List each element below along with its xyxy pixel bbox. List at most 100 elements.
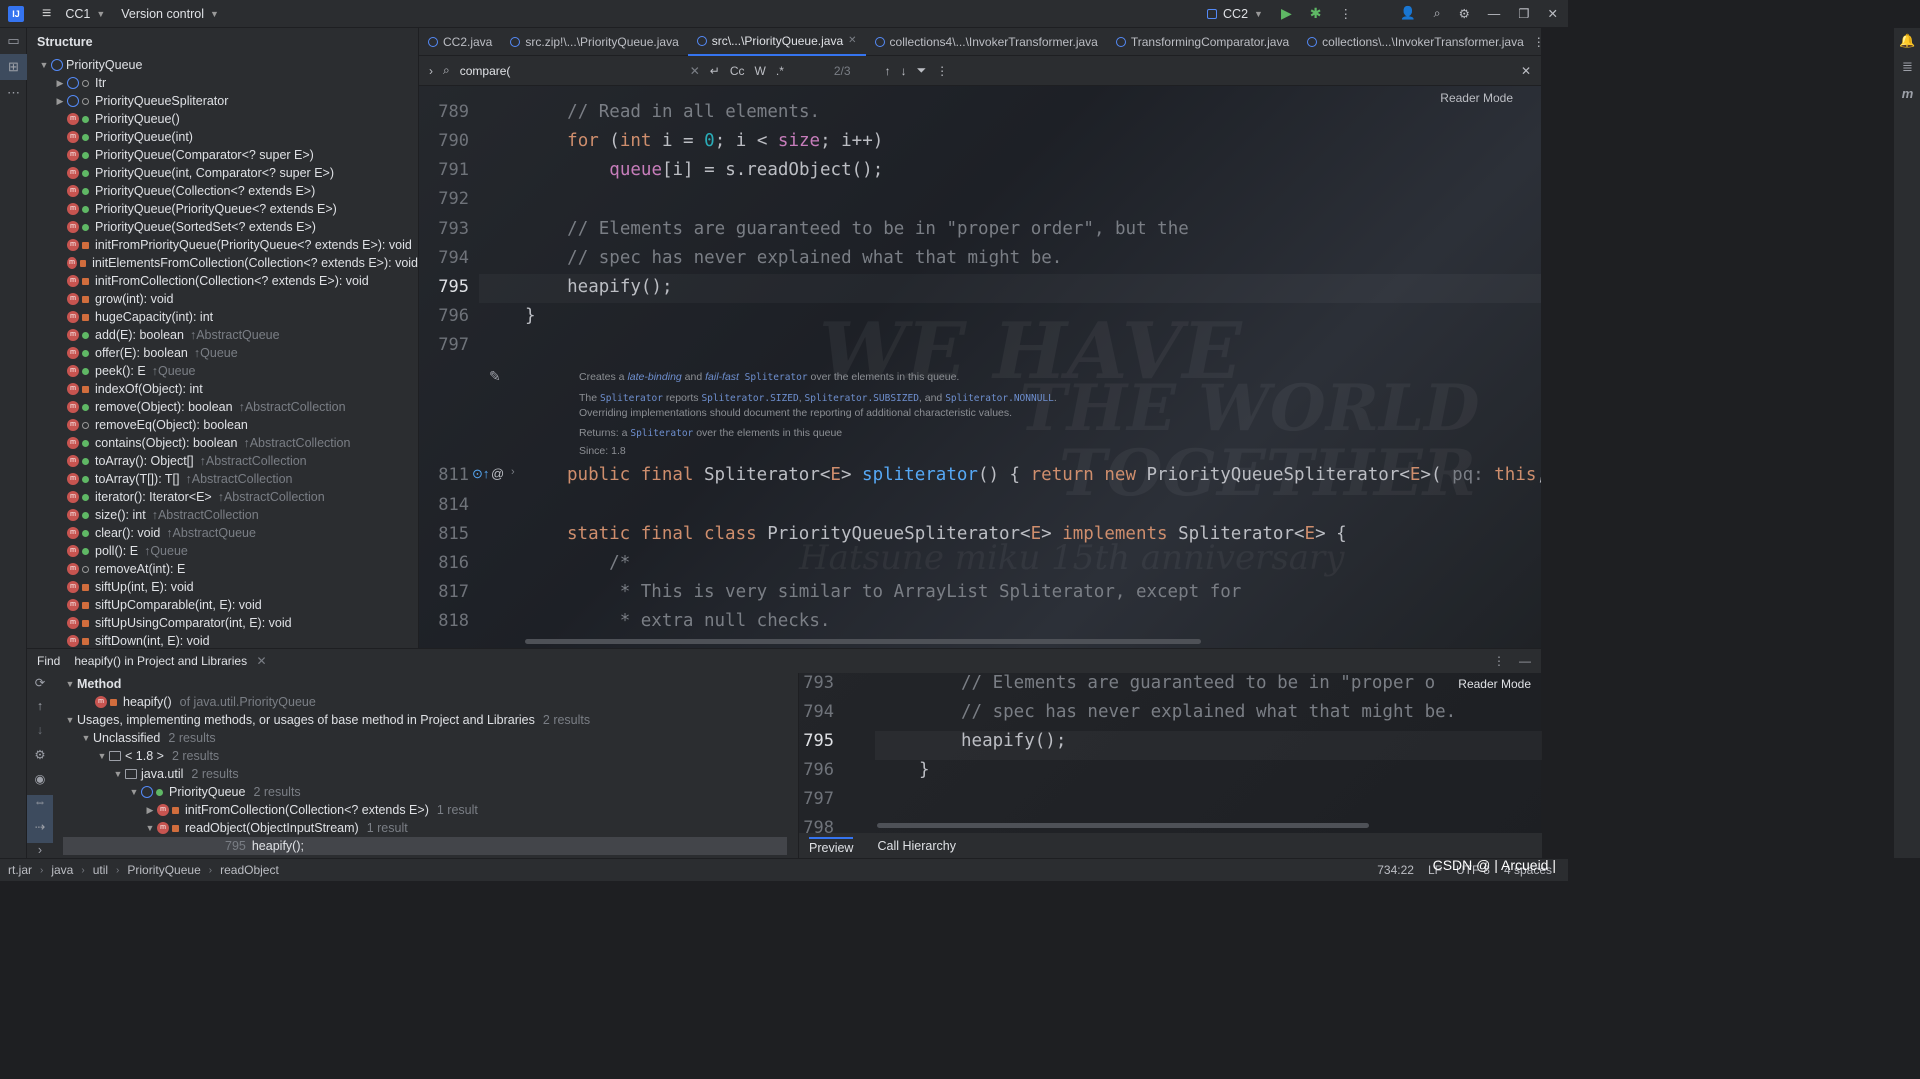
reader-mode-button[interactable]: Reader Mode <box>1440 91 1513 105</box>
structure-item[interactable]: m PriorityQueue(SortedSet<? extends E>) <box>27 218 418 236</box>
breadcrumb-item[interactable]: readObject <box>220 863 279 877</box>
structure-item[interactable]: m PriorityQueue() <box>27 110 418 128</box>
structure-item[interactable]: m toArray(T[]): T[] ↑AbstractCollection <box>27 470 418 488</box>
editor-tab[interactable]: collections\...\InvokerTransformer.java <box>1298 28 1533 56</box>
chevron-down-icon[interactable]: ▼ <box>127 783 141 801</box>
fold-icon[interactable]: › <box>511 466 515 478</box>
notifications-icon[interactable]: 🔔 <box>1894 28 1920 54</box>
structure-item[interactable]: m poll(): E ↑Queue <box>27 542 418 560</box>
find-input[interactable]: compare( <box>460 64 680 78</box>
project-folder-icon[interactable]: ▭ <box>0 28 27 54</box>
tree-node-jdk[interactable]: ▼ < 1.8 > 2 results <box>27 747 797 765</box>
search-icon[interactable]: ⌕ <box>1434 6 1441 21</box>
tree-node-method-item[interactable]: m heapify() of java.util.PriorityQueue <box>27 693 797 711</box>
chevron-right-icon[interactable]: ▶ <box>143 801 157 819</box>
chevron-down-icon[interactable]: ▼ <box>79 729 93 747</box>
run-config-selector[interactable]: CC2 ▼ <box>1207 7 1263 21</box>
tab-call-hierarchy[interactable]: Call Hierarchy <box>877 839 956 853</box>
tabs-more-icon[interactable]: ⋮ <box>1533 35 1541 49</box>
clear-icon[interactable]: ✕ <box>690 64 700 78</box>
structure-item[interactable]: m indexOf(Object): int <box>27 380 418 398</box>
hide-icon[interactable]: — <box>1519 654 1531 668</box>
chevron-down-icon[interactable]: ▼ <box>37 56 51 74</box>
structure-item[interactable]: m grow(int): void <box>27 290 418 308</box>
structure-icon[interactable]: ⊞ <box>0 54 27 80</box>
chevron-down-icon[interactable]: ▼ <box>63 711 77 729</box>
structure-item[interactable]: m toArray(): Object[] ↑AbstractCollection <box>27 452 418 470</box>
breadcrumb-item[interactable]: PriorityQueue <box>127 863 200 877</box>
structure-item[interactable]: m peek(): E ↑Queue <box>27 362 418 380</box>
structure-item[interactable]: m offer(E): boolean ↑Queue <box>27 344 418 362</box>
structure-item[interactable]: m contains(Object): boolean ↑AbstractColle… <box>27 434 418 452</box>
structure-item[interactable]: ▶ PriorityQueueSpliterator <box>27 92 418 110</box>
structure-item[interactable]: m removeAt(int): E <box>27 560 418 578</box>
editor-tab[interactable]: src\...\PriorityQueue.java ✕ <box>687 28 866 56</box>
tree-node-usages[interactable]: ▼ Usages, implementing methods, or usages… <box>27 711 797 729</box>
regex-toggle[interactable]: .* <box>776 64 784 78</box>
preview-reader-mode[interactable]: Reader Mode <box>1458 677 1531 691</box>
debug-icon[interactable]: ✱ <box>1310 5 1322 22</box>
structure-item[interactable]: m removeEq(Object): boolean <box>27 416 418 434</box>
chevron-down-icon[interactable]: ▼ <box>95 747 109 765</box>
history-icon[interactable]: ↵ <box>710 64 720 78</box>
more-icon[interactable]: ⋮ <box>936 64 948 78</box>
match-case-toggle[interactable]: Cc <box>730 64 745 78</box>
tree-node-method[interactable]: ▼ Method <box>27 675 797 693</box>
structure-item[interactable]: m siftUpComparable(int, E): void <box>27 596 418 614</box>
structure-item[interactable]: m siftUp(int, E): void <box>27 578 418 596</box>
prev-match-icon[interactable]: ↑ <box>885 64 891 78</box>
structure-item[interactable]: m clear(): void ↑AbstractQueue <box>27 524 418 542</box>
structure-item[interactable]: ▶ Itr <box>27 74 418 92</box>
tree-node-hit[interactable]: 795 heapify(); <box>63 837 787 855</box>
edit-doc-icon[interactable]: ✎ <box>489 368 501 385</box>
database-icon[interactable]: ≣ <box>1894 54 1920 80</box>
next-match-icon[interactable]: ↓ <box>901 64 907 78</box>
structure-item[interactable]: m initFromCollection(Collection<? extends… <box>27 272 418 290</box>
minimize-icon[interactable]: — <box>1488 7 1501 21</box>
annotation-icon[interactable]: @ <box>491 466 504 481</box>
editor-tab[interactable]: CC2.java <box>419 28 501 56</box>
editor-tab[interactable]: src.zip!\...\PriorityQueue.java <box>501 28 687 56</box>
whole-word-toggle[interactable]: W <box>755 64 766 78</box>
structure-item[interactable]: m size(): int ↑AbstractCollection <box>27 506 418 524</box>
structure-item[interactable]: m initFromPriorityQueue(PriorityQueue<? e… <box>27 236 418 254</box>
structure-item[interactable]: m PriorityQueue(Collection<? extends E>) <box>27 182 418 200</box>
find-tab[interactable]: heapify() in Project and Libraries ✕ <box>74 654 266 668</box>
project-selector[interactable]: CC1 ▼ <box>65 7 105 21</box>
tree-node-method-1[interactable]: ▶ m initFromCollection(Collection<? extend… <box>27 801 797 819</box>
breadcrumb-item[interactable]: java <box>51 863 73 877</box>
options-icon[interactable]: ⋮ <box>1493 654 1505 668</box>
structure-item[interactable]: m PriorityQueue(int) <box>27 128 418 146</box>
editor-tab[interactable]: collections4\...\InvokerTransformer.java <box>866 28 1107 56</box>
structure-item[interactable]: m PriorityQueue(int, Comparator<? super E… <box>27 164 418 182</box>
structure-item[interactable]: m add(E): boolean ↑AbstractQueue <box>27 326 418 344</box>
chevron-down-icon[interactable]: ▼ <box>143 819 157 837</box>
editor-tab[interactable]: TransformingComparator.java <box>1107 28 1298 56</box>
breadcrumb-item[interactable]: rt.jar <box>8 863 32 877</box>
breadcrumb-item[interactable]: util <box>93 863 108 877</box>
chevron-right-icon[interactable]: ▶ <box>53 74 67 92</box>
structure-item[interactable]: m iterator(): Iterator<E> ↑AbstractCollect… <box>27 488 418 506</box>
vcs-selector[interactable]: Version control ▼ <box>121 7 219 21</box>
structure-item[interactable]: m PriorityQueue(Comparator<? super E>) <box>27 146 418 164</box>
tab-preview[interactable]: Preview <box>809 837 854 855</box>
expand-icon[interactable]: › <box>429 64 433 78</box>
main-menu-icon[interactable]: ≡ <box>42 5 51 23</box>
structure-root[interactable]: ▼ PriorityQueue <box>27 56 418 74</box>
override-marker-icon[interactable]: ⊙↑ <box>472 466 489 482</box>
close-find-icon[interactable]: ✕ <box>1521 64 1531 78</box>
structure-item[interactable]: m initElementsFromCollection(Collection<?… <box>27 254 418 272</box>
chevron-right-icon[interactable]: ▶ <box>53 92 67 110</box>
tree-node-package[interactable]: ▼ java.util 2 results <box>27 765 797 783</box>
chevron-down-icon[interactable]: ▼ <box>111 765 125 783</box>
structure-item[interactable]: m PriorityQueue(PriorityQueue<? extends E… <box>27 200 418 218</box>
close-icon[interactable]: ✕ <box>1548 6 1558 21</box>
structure-item[interactable]: m hugeCapacity(int): int <box>27 308 418 326</box>
tree-node-class[interactable]: ▼ PriorityQueue 2 results <box>27 783 797 801</box>
structure-item[interactable]: m siftDown(int, E): void <box>27 632 418 648</box>
user-icon[interactable]: 👤 <box>1400 6 1416 21</box>
chevron-down-icon[interactable]: ▼ <box>63 675 77 693</box>
tree-node-method-2[interactable]: ▼ m readObject(ObjectInputStream) 1 result <box>27 819 797 837</box>
editor-hscrollbar[interactable] <box>525 639 1201 644</box>
code-area[interactable]: WE HAVE THE WORLD TOGETHER Hatsune miku … <box>419 86 1541 648</box>
